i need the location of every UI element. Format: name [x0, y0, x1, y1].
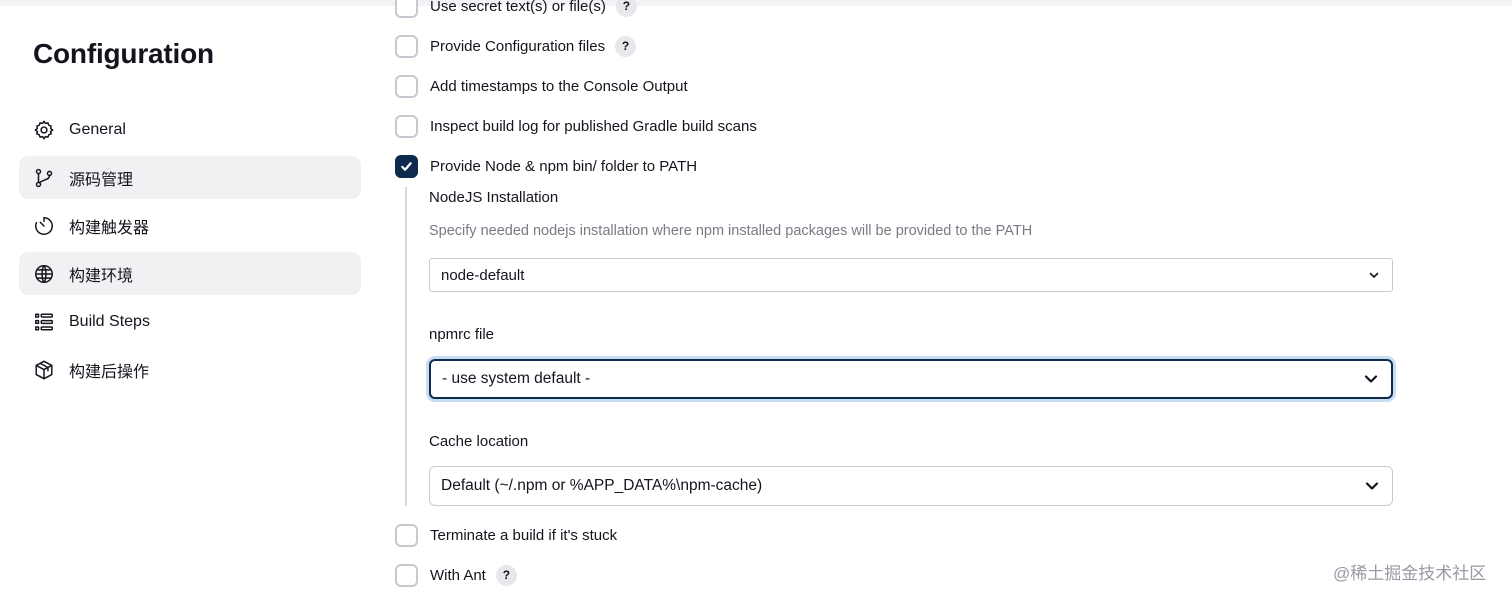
sidebar-item-label: 构建环境	[69, 267, 134, 285]
option-label: With Ant	[430, 566, 486, 584]
sidebar-item-build-triggers[interactable]: 构建触发器	[19, 204, 361, 247]
sidebar-item-build-environment[interactable]: 构建环境	[19, 252, 361, 295]
option-label: Use secret text(s) or file(s)	[430, 0, 606, 15]
option-timestamps[interactable]: Add timestamps to the Console Output	[395, 74, 688, 98]
help-icon[interactable]: ?	[495, 564, 517, 586]
timer-icon	[33, 215, 55, 237]
option-config-files[interactable]: Provide Configuration files ?	[395, 34, 637, 58]
chevron-down-icon	[1368, 269, 1380, 281]
node-npm-checkbox[interactable]	[395, 154, 418, 178]
source-branch-icon	[33, 167, 55, 189]
gradle-scans-checkbox[interactable]	[395, 114, 418, 138]
package-icon	[33, 359, 55, 381]
option-label: Terminate a build if it's stuck	[430, 526, 618, 544]
option-label: Inspect build log for published Gradle b…	[430, 117, 757, 135]
sidebar-item-label: 构建触发器	[69, 219, 150, 237]
sidebar-item-label: 源码管理	[69, 171, 134, 189]
cache-location-select[interactable]: Default (~/.npm or %APP_DATA%\npm-cache)	[429, 466, 1393, 506]
nodejs-installation-value: node-default	[441, 266, 525, 284]
option-label: Add timestamps to the Console Output	[430, 77, 688, 95]
option-gradle-scans[interactable]: Inspect build log for published Gradle b…	[395, 114, 757, 138]
sidebar-item-general[interactable]: General	[19, 108, 361, 151]
nodejs-installation-label: NodeJS Installation	[429, 189, 559, 206]
gear-icon	[33, 119, 55, 141]
list-steps-icon	[33, 311, 55, 333]
nested-section-indicator	[405, 187, 407, 506]
option-node-npm[interactable]: Provide Node & npm bin/ folder to PATH	[395, 154, 697, 178]
sidebar-item-build-steps[interactable]: Build Steps	[19, 300, 361, 343]
chevron-down-icon	[1363, 371, 1379, 387]
option-label: Provide Node & npm bin/ folder to PATH	[430, 157, 698, 175]
option-with-ant[interactable]: With Ant ?	[395, 563, 517, 587]
sidebar-item-label: Build Steps	[69, 312, 150, 330]
checkmark-icon	[401, 161, 412, 171]
npmrc-file-select[interactable]: - use system default -	[429, 359, 1393, 399]
sidebar-item-label: General	[69, 120, 126, 138]
nodejs-installation-description: Specify needed nodejs installation where…	[429, 223, 1033, 239]
npmrc-file-label: npmrc file	[429, 326, 495, 343]
chevron-down-icon	[1364, 478, 1380, 494]
globe-icon	[33, 263, 55, 285]
option-secret-text[interactable]: Use secret text(s) or file(s) ?	[395, 0, 637, 18]
nodejs-installation-select[interactable]: node-default	[429, 258, 1393, 292]
sidebar-item-label: 构建后操作	[69, 363, 150, 381]
option-label: Provide Configuration files	[430, 37, 606, 55]
page-title: Configuration	[33, 38, 214, 69]
with-ant-checkbox[interactable]	[395, 563, 418, 587]
cache-location-value: Default (~/.npm or %APP_DATA%\npm-cache)	[441, 477, 763, 494]
help-icon[interactable]: ?	[615, 35, 637, 57]
npmrc-file-value: - use system default -	[442, 370, 591, 387]
watermark: @稀土掘金技术社区	[1333, 564, 1487, 583]
secret-text-checkbox[interactable]	[395, 0, 418, 18]
sidebar-item-post-build[interactable]: 构建后操作	[19, 348, 361, 391]
option-terminate-stuck[interactable]: Terminate a build if it's stuck	[395, 523, 617, 547]
terminate-stuck-checkbox[interactable]	[395, 523, 418, 547]
configuration-form: Use secret text(s) or file(s) ? Provide …	[395, 0, 1405, 598]
config-files-checkbox[interactable]	[395, 34, 418, 58]
cache-location-label: Cache location	[429, 433, 529, 450]
help-icon[interactable]: ?	[615, 0, 637, 17]
sidebar-nav: General 源码管理 构建触发器 构建环境 Build Steps 构建后操…	[19, 108, 361, 396]
timestamps-checkbox[interactable]	[395, 74, 418, 98]
sidebar-item-source-control[interactable]: 源码管理	[19, 156, 361, 199]
